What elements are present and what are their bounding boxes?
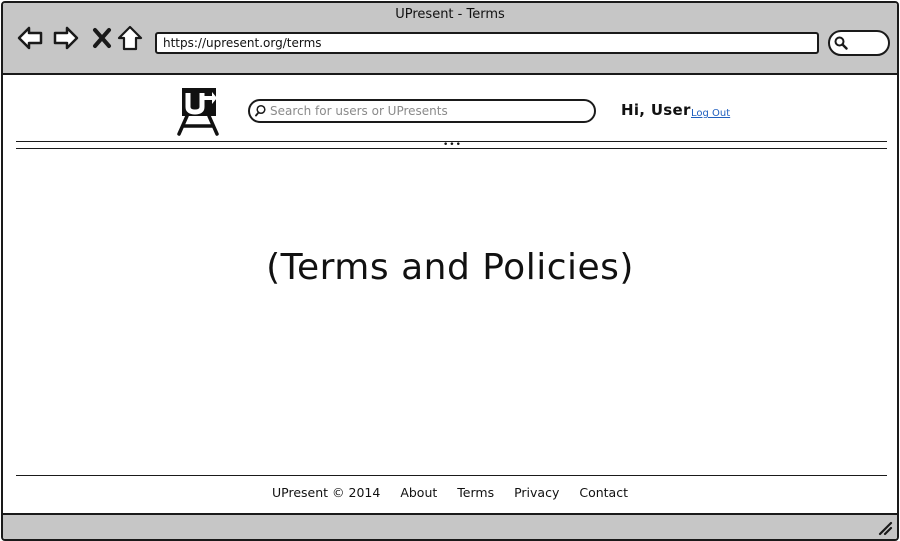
browser-chrome: UPresent - Terms https://upresent.org/te… <box>3 3 897 75</box>
footer-link-about[interactable]: About <box>400 485 437 500</box>
search-icon <box>834 36 848 50</box>
resize-handle-icon[interactable] <box>877 520 893 536</box>
browser-window: UPresent - Terms https://upresent.org/te… <box>1 1 899 541</box>
address-bar[interactable]: https://upresent.org/terms <box>155 32 819 54</box>
page-content: Hi, User Log Out ••• (Terms and Policies… <box>3 75 897 513</box>
upresent-logo-icon[interactable] <box>175 86 221 136</box>
back-icon <box>17 26 43 50</box>
footer-link-terms[interactable]: Terms <box>457 485 494 500</box>
forward-icon <box>53 26 79 50</box>
stop-icon <box>93 28 111 48</box>
forward-button[interactable] <box>51 23 81 53</box>
status-bar <box>3 513 897 539</box>
home-icon <box>117 25 143 51</box>
footer-copyright: UPresent © 2014 <box>272 485 381 500</box>
user-greeting: Hi, User <box>621 101 691 119</box>
logout-link[interactable]: Log Out <box>691 108 730 119</box>
stop-button[interactable] <box>87 23 117 53</box>
search-input[interactable] <box>270 102 570 120</box>
site-search-box[interactable] <box>248 99 596 123</box>
browser-search-field[interactable] <box>828 30 890 56</box>
footer: UPresent © 2014 About Terms Privacy Cont… <box>3 485 897 500</box>
collapse-handle[interactable]: ••• <box>443 141 462 150</box>
page-title: (Terms and Policies) <box>266 247 634 288</box>
window-title: UPresent - Terms <box>395 7 505 22</box>
search-icon <box>255 104 266 117</box>
back-button[interactable] <box>15 23 45 53</box>
home-button[interactable] <box>115 23 145 53</box>
footer-link-contact[interactable]: Contact <box>579 485 628 500</box>
footer-divider <box>16 475 887 476</box>
footer-link-privacy[interactable]: Privacy <box>514 485 559 500</box>
